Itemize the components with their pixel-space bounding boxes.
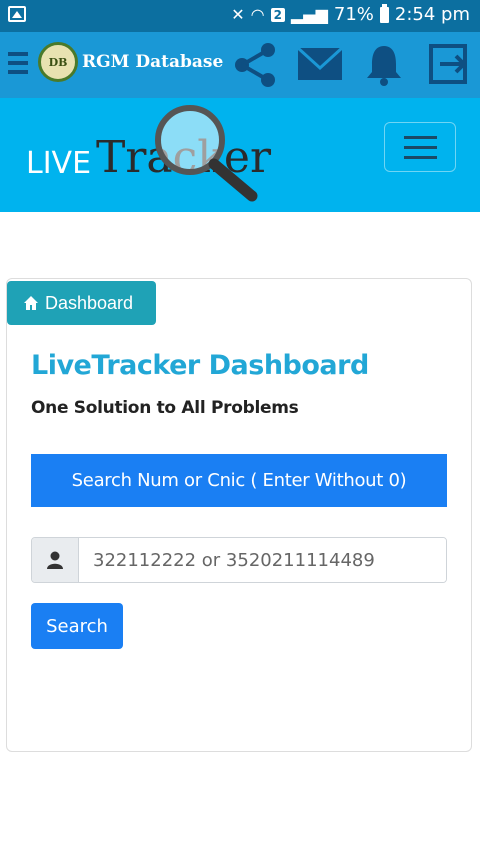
menu-icon[interactable]: [8, 52, 28, 78]
navbar-toggle-button[interactable]: [384, 122, 456, 172]
mail-icon[interactable]: [296, 42, 344, 86]
dashboard-tab[interactable]: Dashboard: [7, 281, 156, 325]
status-bar: ✕ ◠ 2 ▂▄▆ 71% 2:54 pm: [0, 0, 480, 32]
user-icon-addon: [32, 538, 79, 582]
battery-percent: 71%: [333, 4, 374, 25]
app-logo: DB: [38, 42, 78, 82]
clock: 2:54 pm: [394, 4, 470, 25]
app-header: DB RGM Database: [0, 32, 480, 98]
mute-icon: ✕: [231, 5, 245, 24]
app-title: RGM Database: [82, 52, 224, 72]
search-input[interactable]: [79, 538, 446, 582]
signal-icon: ▂▄▆: [290, 5, 328, 24]
brand-bar: LIVE Tracker: [0, 98, 480, 212]
search-banner: Search Num or Cnic ( Enter Without 0): [31, 454, 447, 507]
dashboard-tab-label: Dashboard: [45, 292, 134, 313]
user-icon: [47, 551, 63, 569]
home-icon: [24, 296, 38, 310]
bell-icon[interactable]: [364, 42, 404, 86]
brand-logo-live[interactable]: LIVE: [26, 146, 91, 181]
status-icons: ✕ ◠ 2 ▂▄▆ 71% 2:54 pm: [231, 3, 470, 25]
search-input-group: [31, 537, 447, 583]
sim-badge: 2: [270, 7, 285, 22]
battery-icon: [379, 3, 389, 23]
dashboard-subheading: One Solution to All Problems: [31, 398, 299, 418]
share-icon[interactable]: [232, 42, 278, 88]
search-button[interactable]: Search: [31, 603, 123, 649]
logout-icon[interactable]: [428, 42, 470, 86]
dashboard-heading: LiveTracker Dashboard: [31, 350, 369, 381]
wifi-icon: ◠: [250, 5, 265, 24]
magnifier-icon: [155, 105, 258, 202]
app-logo-text: DB: [48, 55, 68, 69]
image-notification-icon: [8, 6, 26, 22]
